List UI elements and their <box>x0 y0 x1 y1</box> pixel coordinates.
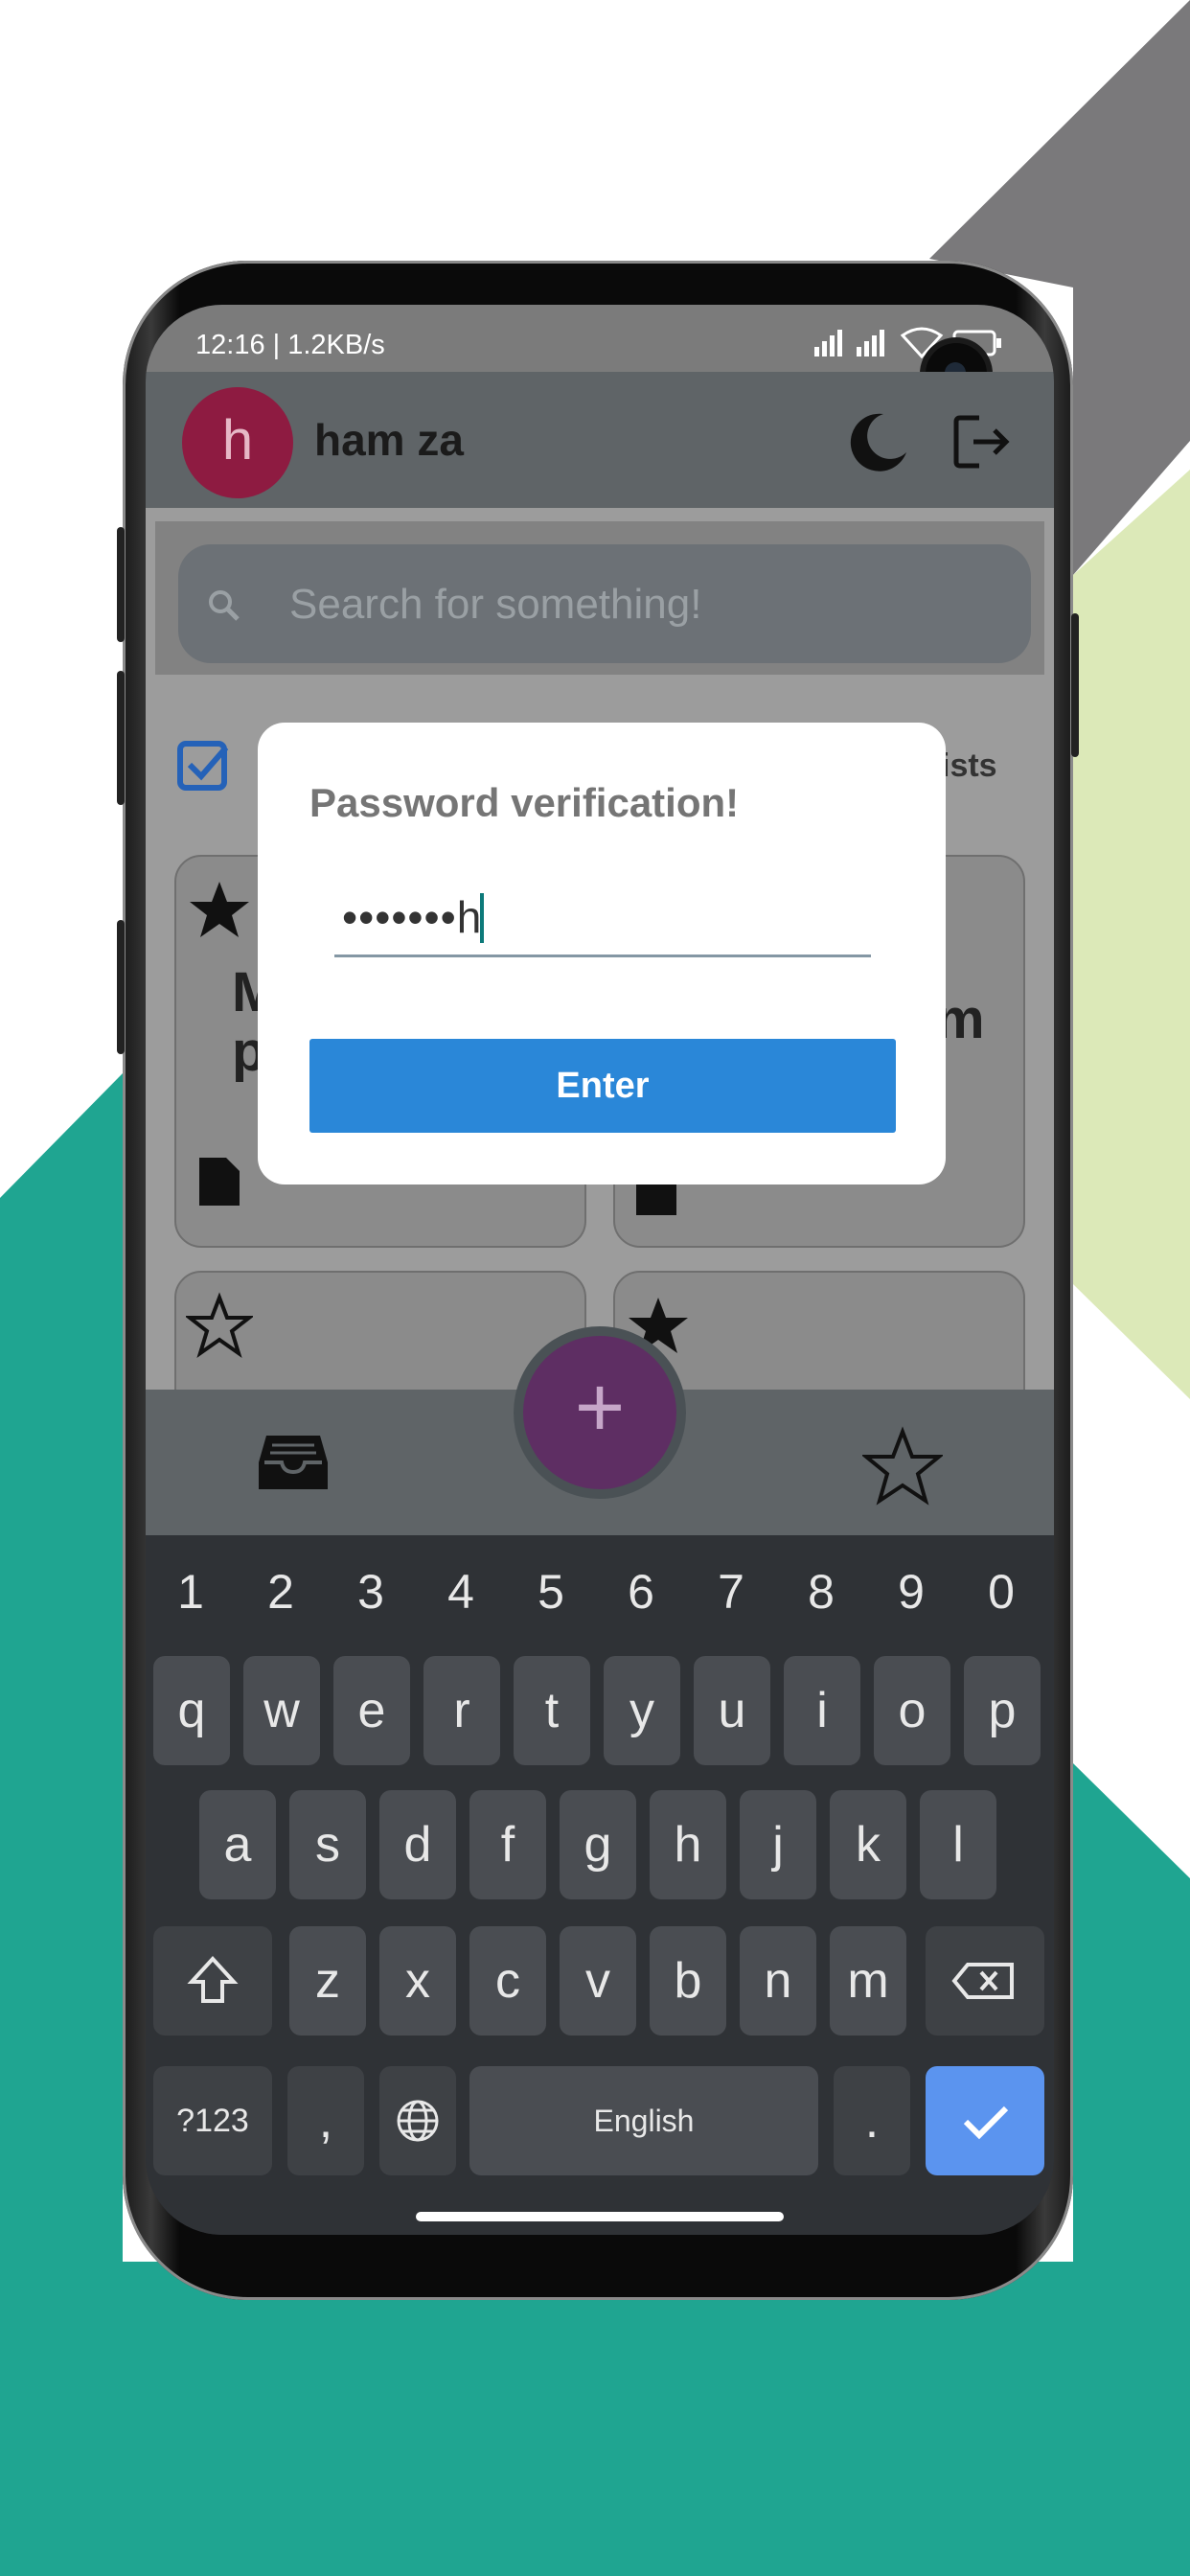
key-f[interactable]: f <box>469 1790 546 1899</box>
key-0[interactable]: 0 <box>956 1545 1046 1639</box>
phone-side-button <box>117 920 125 1054</box>
key-3[interactable]: 3 <box>326 1545 416 1639</box>
search-bar[interactable]: Search for something! <box>178 544 1031 663</box>
number-row: 1 2 3 4 5 6 7 8 9 0 <box>146 1545 1054 1639</box>
signal-icon <box>814 330 842 356</box>
key-k[interactable]: k <box>830 1790 906 1899</box>
key-g[interactable]: g <box>560 1790 636 1899</box>
search-input[interactable]: Search for something! <box>289 581 701 629</box>
shift-icon <box>187 1956 239 2003</box>
text-caret <box>480 893 484 943</box>
key-5[interactable]: 5 <box>506 1545 596 1639</box>
soft-keyboard: 1 2 3 4 5 6 7 8 9 0 q w e r t y u i o p … <box>146 1535 1054 2235</box>
symbols-key[interactable]: ?123 <box>153 2066 272 2175</box>
globe-icon <box>397 2100 439 2142</box>
key-z[interactable]: z <box>289 1926 366 2036</box>
key-o[interactable]: o <box>874 1656 950 1765</box>
status-time: 12:16 | 1.2KB/s <box>195 330 385 360</box>
done-key[interactable] <box>926 2066 1044 2175</box>
inbox-icon[interactable] <box>257 1432 330 1493</box>
username-label: ham za <box>314 415 464 465</box>
key-j[interactable]: j <box>740 1790 816 1899</box>
avatar[interactable]: h <box>182 387 293 498</box>
check-icon <box>963 2105 1009 2140</box>
key-b[interactable]: b <box>650 1926 726 2036</box>
password-field[interactable]: •••••••h <box>334 880 871 957</box>
key-4[interactable]: 4 <box>416 1545 506 1639</box>
app-header: h ham za <box>146 372 1054 508</box>
phone-side-button <box>117 671 125 805</box>
lists-filter-label[interactable]: ists <box>941 748 997 785</box>
enter-button[interactable]: Enter <box>309 1039 896 1133</box>
add-note-button[interactable]: + <box>523 1336 676 1489</box>
star-icon[interactable] <box>862 1426 943 1506</box>
checkbox-icon[interactable] <box>176 738 232 794</box>
search-icon <box>209 590 240 621</box>
phone-power-button <box>1071 613 1079 757</box>
key-t[interactable]: t <box>514 1656 590 1765</box>
key-2[interactable]: 2 <box>236 1545 326 1639</box>
status-bar: 12:16 | 1.2KB/s <box>146 305 1054 372</box>
background-lime-band <box>1073 470 1190 1399</box>
key-i[interactable]: i <box>784 1656 860 1765</box>
background-teal-bottom <box>0 2262 1190 2576</box>
space-key[interactable]: English <box>469 2066 818 2175</box>
key-m[interactable]: m <box>830 1926 906 2036</box>
key-1[interactable]: 1 <box>146 1545 236 1639</box>
search-container: Search for something! <box>155 521 1044 675</box>
logout-icon[interactable] <box>950 410 1014 473</box>
key-r[interactable]: r <box>423 1656 500 1765</box>
key-v[interactable]: v <box>560 1926 636 2036</box>
gesture-bar <box>416 2212 784 2221</box>
comma-key[interactable]: , <box>287 2066 364 2175</box>
key-7[interactable]: 7 <box>686 1545 776 1639</box>
key-y[interactable]: y <box>604 1656 680 1765</box>
key-9[interactable]: 9 <box>866 1545 956 1639</box>
key-l[interactable]: l <box>920 1790 996 1899</box>
backspace-key[interactable] <box>926 1926 1044 2036</box>
period-key[interactable]: . <box>834 2066 910 2175</box>
moon-icon[interactable] <box>843 408 910 475</box>
shift-key[interactable] <box>153 1926 272 2036</box>
document-icon <box>199 1158 240 1206</box>
phone-side-button <box>117 527 125 642</box>
key-8[interactable]: 8 <box>776 1545 866 1639</box>
star-outline-icon[interactable] <box>186 1292 253 1359</box>
key-u[interactable]: u <box>694 1656 770 1765</box>
key-s[interactable]: s <box>289 1790 366 1899</box>
key-c[interactable]: c <box>469 1926 546 2036</box>
signal-icon <box>857 330 884 356</box>
key-h[interactable]: h <box>650 1790 726 1899</box>
phone-screen: 12:16 | 1.2KB/s h ham za Search for some… <box>146 305 1054 2235</box>
key-d[interactable]: d <box>379 1790 456 1899</box>
key-x[interactable]: x <box>379 1926 456 2036</box>
dialog-title: Password verification! <box>309 780 740 825</box>
password-value: •••••••h <box>342 892 483 942</box>
key-n[interactable]: n <box>740 1926 816 2036</box>
key-p[interactable]: p <box>964 1656 1041 1765</box>
star-filled-icon[interactable] <box>186 876 253 943</box>
language-key[interactable] <box>379 2066 456 2175</box>
password-dialog: Password verification! •••••••h Enter <box>258 723 946 1184</box>
key-w[interactable]: w <box>243 1656 320 1765</box>
key-a[interactable]: a <box>199 1790 276 1899</box>
key-e[interactable]: e <box>333 1656 410 1765</box>
backspace-icon <box>951 1963 1014 1999</box>
key-q[interactable]: q <box>153 1656 230 1765</box>
key-6[interactable]: 6 <box>596 1545 686 1639</box>
